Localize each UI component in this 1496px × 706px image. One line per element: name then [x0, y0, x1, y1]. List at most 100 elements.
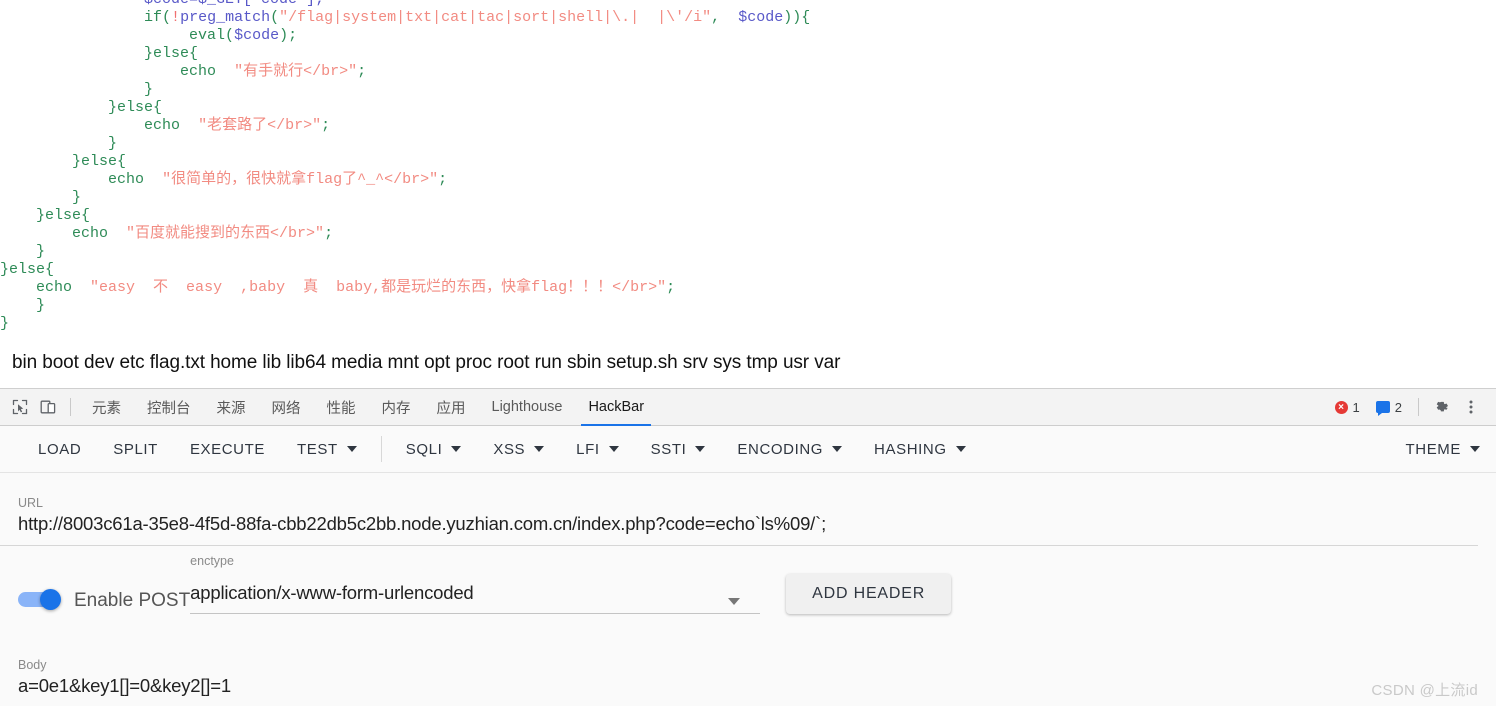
chevron-down-icon — [1470, 446, 1480, 452]
hackbar-toolbar-divider — [380, 436, 382, 462]
hackbar-button-label: LOAD — [38, 440, 82, 458]
url-field-underline — [0, 545, 1478, 546]
php-source-code: $code=$_GET['code']; if(!preg_match("/fl… — [0, 0, 810, 333]
hackbar-button-theme[interactable]: THEME — [1390, 431, 1496, 467]
chevron-down-icon — [728, 598, 741, 605]
code-line: } — [0, 135, 810, 153]
hackbar-button-label: SQLI — [405, 440, 443, 458]
code-token: preg_match — [180, 9, 271, 26]
code-token: "百度就能搜到的东西</br>" — [126, 225, 325, 242]
hackbar-button-label: EXECUTE — [189, 440, 265, 458]
code-line: }else{ — [0, 99, 810, 117]
page-content-area: $code=$_GET['code']; if(!preg_match("/fl… — [0, 0, 1496, 388]
inspect-cursor-icon[interactable] — [6, 393, 34, 421]
code-token: ; — [324, 225, 334, 242]
hackbar-button-label: TEST — [297, 440, 338, 458]
hackbar-button-label: SPLIT — [113, 440, 158, 458]
code-token: } — [0, 315, 10, 332]
code-token: ! — [171, 9, 181, 26]
code-token: } — [36, 297, 46, 314]
devtools-tab-性能[interactable]: 性能 — [314, 389, 369, 426]
devtools-tab-控制台[interactable]: 控制台 — [134, 389, 204, 426]
message-count-label: 2 — [1394, 399, 1402, 415]
code-line: } — [0, 189, 810, 207]
devtools-tab-HackBar[interactable]: HackBar — [575, 389, 657, 426]
gear-icon[interactable] — [1428, 394, 1454, 420]
code-token: ( — [270, 9, 280, 26]
device-toolbar-icon[interactable] — [34, 393, 62, 421]
url-field-label: URL — [18, 496, 44, 510]
enable-post-toggle[interactable] — [18, 589, 66, 610]
code-token: "/flag|system|txt|cat|tac|sort|shell|\.|… — [279, 9, 712, 26]
hackbar-button-execute[interactable]: EXECUTE — [174, 431, 281, 467]
enctype-value: application/x-www-form-urlencoded — [190, 582, 474, 603]
kebab-menu-icon[interactable] — [1458, 394, 1484, 420]
code-token: echo — [108, 171, 145, 188]
chevron-down-icon — [955, 446, 966, 452]
url-input[interactable]: http://8003c61a-35e8-4f5d-88fa-cbb22db5c… — [18, 512, 1478, 536]
body-field-row: Body a=0e1&key1[]=0&key2[]=1 — [0, 658, 1496, 698]
hackbar-button-label: LFI — [576, 440, 600, 458]
code-token: echo — [180, 63, 217, 80]
devtools-tab-内存[interactable]: 内存 — [369, 389, 424, 426]
code-token: "很简单的，很快就拿flag了^_^</br>" — [162, 171, 439, 188]
code-line: }else{ — [0, 261, 810, 279]
message-count-badge[interactable]: 2 — [1370, 397, 1409, 417]
hackbar-button-hashing[interactable]: HASHING — [858, 431, 982, 467]
hackbar-button-lfi[interactable]: LFI — [560, 431, 634, 467]
devtools-tab-网络[interactable]: 网络 — [259, 389, 314, 426]
code-token: eval — [189, 27, 226, 44]
hackbar-button-split[interactable]: SPLIT — [97, 431, 174, 467]
code-token: ; — [321, 117, 331, 134]
hackbar-button-ssti[interactable]: SSTI — [635, 431, 722, 467]
chevron-down-icon — [608, 446, 619, 452]
hackbar-button-encoding[interactable]: ENCODING — [721, 431, 858, 467]
body-input[interactable]: a=0e1&key1[]=0&key2[]=1 — [18, 674, 1496, 698]
enctype-select[interactable]: enctype application/x-www-form-urlencode… — [190, 554, 761, 614]
devtools-tab-list: 元素 控制台 来源 网络 性能 内存 应用 Lighthouse HackBar — [79, 389, 657, 426]
code-line: $code=$_GET['code']; — [0, 0, 810, 9]
code-line: } — [0, 243, 810, 261]
post-options-row: Enable POST enctype application/x-www-fo… — [0, 554, 1496, 614]
hackbar-button-label: SSTI — [650, 440, 687, 458]
enctype-underline — [190, 613, 761, 614]
code-token: } — [36, 243, 46, 260]
code-token: if( — [144, 9, 172, 26]
code-line: eval($code); — [0, 27, 810, 45]
devtools-status-area: × 1 2 — [1329, 394, 1490, 420]
code-token: "有手就行</br>" — [234, 63, 358, 80]
code-token: , — [711, 9, 739, 26]
hackbar-button-xss[interactable]: XSS — [477, 431, 560, 467]
code-token: ); — [279, 27, 298, 44]
hackbar-button-load[interactable]: LOAD — [22, 431, 97, 467]
code-line: } — [0, 81, 810, 99]
devtools-tab-应用[interactable]: 应用 — [424, 389, 479, 426]
code-token: }else{ — [144, 45, 199, 62]
devtools-tab-来源[interactable]: 来源 — [204, 389, 259, 426]
add-header-button[interactable]: ADD HEADER — [786, 574, 952, 614]
message-bubble-icon — [1375, 401, 1390, 416]
devtools-tab-元素[interactable]: 元素 — [79, 389, 134, 426]
code-token: echo — [72, 225, 109, 242]
devtools-tab-Lighthouse[interactable]: Lighthouse — [479, 389, 576, 426]
browser-page: $code=$_GET['code']; if(!preg_match("/fl… — [0, 0, 1496, 706]
code-token: echo — [36, 279, 73, 296]
hackbar-button-test[interactable]: TEST — [281, 431, 373, 467]
chevron-down-icon — [695, 446, 706, 452]
enable-post-label: Enable POST — [74, 590, 191, 611]
chevron-down-icon — [534, 446, 545, 452]
error-count-badge[interactable]: × 1 — [1329, 397, 1367, 417]
code-token: $code=$_GET['code']; — [0, 0, 324, 8]
hackbar-button-sqli[interactable]: SQLI — [390, 431, 478, 467]
